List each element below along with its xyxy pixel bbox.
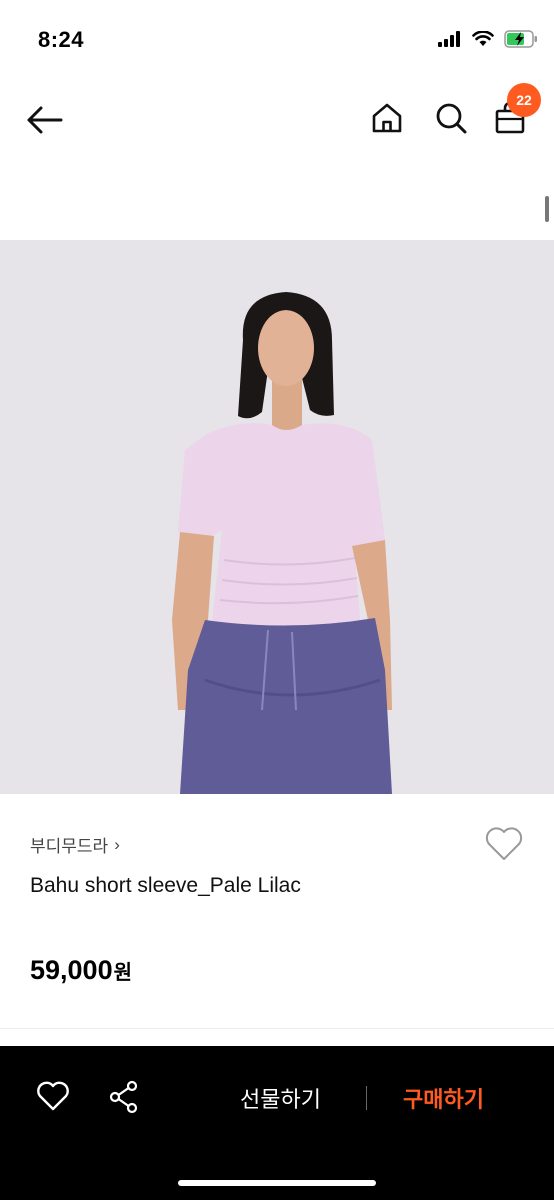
brand-name: 부디무드라	[30, 837, 109, 856]
product-photo-illustration	[0, 240, 554, 794]
signal-icon	[438, 31, 460, 47]
buy-button[interactable]: 구매하기	[403, 1082, 484, 1114]
separator	[366, 1086, 367, 1110]
home-indicator[interactable]	[178, 1180, 376, 1186]
bottom-action-bar: 선물하기 구매하기	[0, 1046, 554, 1200]
divider	[0, 1028, 554, 1029]
product-name: Bahu short sleeve_Pale Lilac	[30, 874, 301, 897]
back-button[interactable]	[24, 100, 64, 140]
search-icon	[436, 103, 467, 134]
status-icons	[438, 30, 538, 48]
heart-icon	[485, 827, 523, 860]
gift-button[interactable]: 선물하기	[240, 1082, 321, 1114]
top-nav	[0, 80, 554, 160]
status-bar: 8:24	[0, 0, 554, 80]
battery-icon	[504, 30, 537, 48]
cart-count-badge: 22	[507, 83, 541, 117]
wifi-icon	[472, 31, 494, 46]
share-icon	[109, 1080, 138, 1114]
home-button[interactable]	[368, 98, 406, 138]
wishlist-button[interactable]	[484, 826, 524, 864]
scroll-indicator	[545, 196, 549, 222]
search-button[interactable]	[431, 98, 471, 138]
chevron-right-icon: ›	[114, 834, 120, 854]
like-button[interactable]	[36, 1080, 70, 1112]
brand-link[interactable]: 부디무드라 ›	[30, 832, 120, 857]
price-amount: 59,000	[30, 955, 113, 985]
status-time: 8:24	[38, 27, 85, 52]
product-image[interactable]	[0, 240, 554, 794]
heart-icon	[37, 1081, 69, 1111]
share-button[interactable]	[108, 1080, 140, 1114]
home-icon	[372, 103, 402, 133]
price-unit: 원	[113, 962, 132, 984]
back-arrow-icon	[27, 106, 63, 134]
product-price: 59,000 원	[30, 955, 132, 986]
